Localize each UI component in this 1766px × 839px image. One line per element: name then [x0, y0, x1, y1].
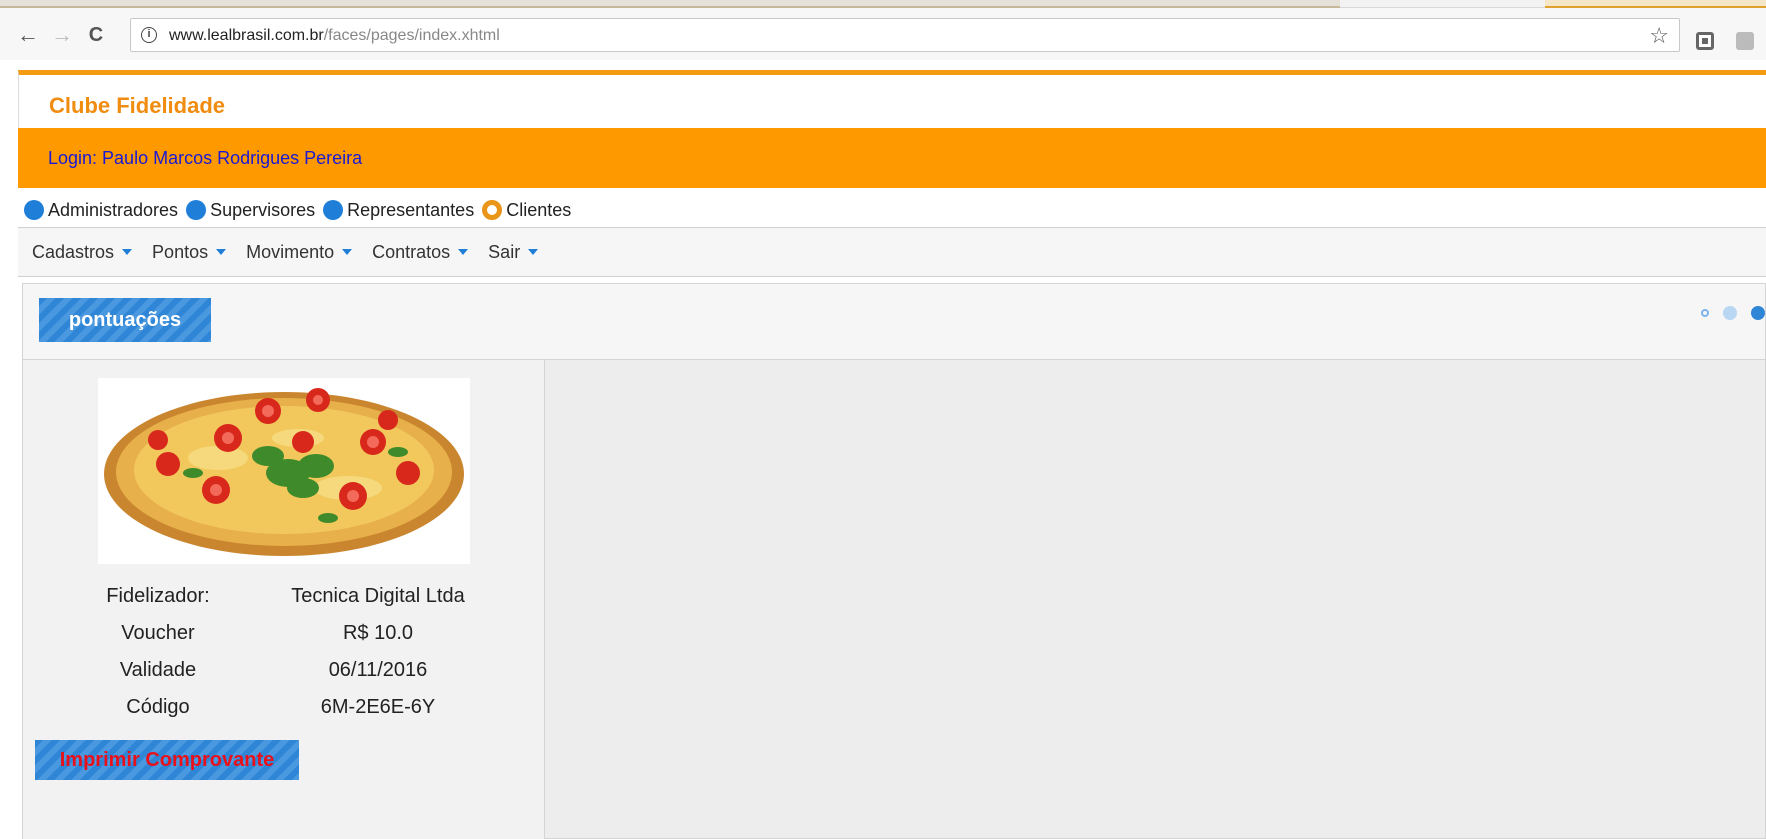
role-label: Representantes: [347, 199, 475, 220]
pager-dot-icon[interactable]: [1701, 309, 1709, 317]
login-bar: Login: Paulo Marcos Rodrigues Pereira: [18, 128, 1766, 188]
info-row-fidelizador: Fidelizador: Tecnica Digital Ltda: [73, 578, 513, 615]
radio-button-icon[interactable]: [186, 200, 207, 220]
voucher-card: Fidelizador: Tecnica Digital Ltda Vouche…: [23, 360, 545, 839]
voucher-info-table: Fidelizador: Tecnica Digital Ltda Vouche…: [73, 578, 513, 726]
role-label: Administradores: [48, 199, 179, 220]
info-value: 06/11/2016: [328, 659, 428, 681]
info-value: Tecnica Digital Ltda: [291, 585, 465, 607]
info-value: 6M-2E6E-6Y: [320, 696, 436, 718]
menu-movimento[interactable]: Movimento: [246, 241, 353, 263]
caret-down-icon: [458, 249, 469, 255]
url-host: www.lealbrasil.com.br: [169, 27, 324, 44]
info-label: Fidelizador:: [106, 585, 210, 607]
menu-label: Movimento: [246, 241, 335, 262]
menu-label: Contratos: [372, 241, 451, 262]
info-row-validade: Validade 06/11/2016: [73, 652, 513, 689]
forward-arrow-icon[interactable]: →: [48, 21, 76, 49]
brand-title: Clube Fidelidade: [49, 93, 226, 118]
browser-tab[interactable]: [1545, 0, 1766, 8]
menu-contratos[interactable]: Contratos: [372, 241, 469, 263]
role-label: Supervisores: [210, 199, 316, 220]
menu-pontos[interactable]: Pontos: [152, 241, 227, 263]
role-radio-group: Administradores Supervisores Representan…: [24, 196, 579, 224]
role-radio-supervisores[interactable]: Supervisores: [186, 200, 315, 221]
menu-sair[interactable]: Sair: [488, 241, 539, 263]
info-label: Voucher: [121, 622, 195, 644]
info-label: Código: [126, 696, 190, 718]
page-content: Clube Fidelidade Login: Paulo Marcos Rod…: [18, 70, 1766, 839]
menu-label: Sair: [488, 241, 521, 262]
pager-prev-icon[interactable]: [1723, 306, 1737, 320]
pager-next-icon[interactable]: [1751, 306, 1765, 320]
menu-label: Cadastros: [32, 241, 115, 262]
pontuacoes-button[interactable]: pontuações: [39, 298, 211, 342]
caret-down-icon: [342, 249, 353, 255]
url-path: /faces/pages/index.xhtml: [323, 27, 500, 44]
role-radio-representantes[interactable]: Representantes: [323, 200, 474, 221]
browser-tab[interactable]: [0, 0, 1340, 8]
print-receipt-button[interactable]: Imprimir Comprovante: [35, 740, 299, 780]
caret-down-icon: [528, 249, 539, 255]
role-label: Clientes: [506, 199, 572, 220]
browser-toolbar: ← → C i www.lealbrasil.com.br/faces/page…: [0, 8, 1766, 60]
info-value: R$ 10.0: [342, 622, 414, 644]
radio-button-icon[interactable]: [323, 200, 344, 220]
extension-icon[interactable]: [1696, 32, 1714, 50]
radio-button-selected-icon[interactable]: [482, 200, 503, 220]
info-icon[interactable]: i: [141, 27, 157, 43]
login-user-text: Login: Paulo Marcos Rodrigues Pereira: [48, 148, 363, 168]
info-row-codigo: Código 6M-2E6E-6Y: [73, 689, 513, 726]
caret-down-icon: [216, 249, 227, 255]
back-arrow-icon[interactable]: ←: [14, 21, 42, 49]
bookmark-star-icon[interactable]: ☆: [1649, 23, 1669, 49]
browser-tab-strip: [0, 0, 1766, 8]
role-radio-administradores[interactable]: Administradores: [24, 200, 178, 221]
brand-bar: Clube Fidelidade: [18, 70, 1766, 128]
pontuacoes-panel: pontuações Fidelizador: Tecnica Digital …: [22, 283, 1766, 839]
url-text: www.lealbrasil.com.br/faces/pages/index.…: [169, 27, 500, 45]
menu-label: Pontos: [152, 241, 209, 262]
pizza-image: [98, 378, 470, 564]
carousel-pager: [1687, 306, 1765, 320]
extension-icon[interactable]: [1736, 32, 1754, 50]
panel-header: pontuações: [23, 284, 1765, 360]
caret-down-icon: [122, 249, 133, 255]
pizza-illustration: [104, 388, 464, 556]
info-row-voucher: Voucher R$ 10.0: [73, 615, 513, 652]
radio-button-icon[interactable]: [24, 200, 44, 220]
main-menubar: Cadastros Pontos Movimento Contratos Sai…: [18, 227, 1766, 277]
menu-cadastros[interactable]: Cadastros: [32, 241, 133, 263]
address-bar[interactable]: i www.lealbrasil.com.br/faces/pages/inde…: [130, 18, 1680, 52]
info-label: Validade: [119, 659, 197, 681]
role-radio-clientes[interactable]: Clientes: [482, 200, 571, 221]
reload-icon[interactable]: C: [82, 21, 110, 49]
